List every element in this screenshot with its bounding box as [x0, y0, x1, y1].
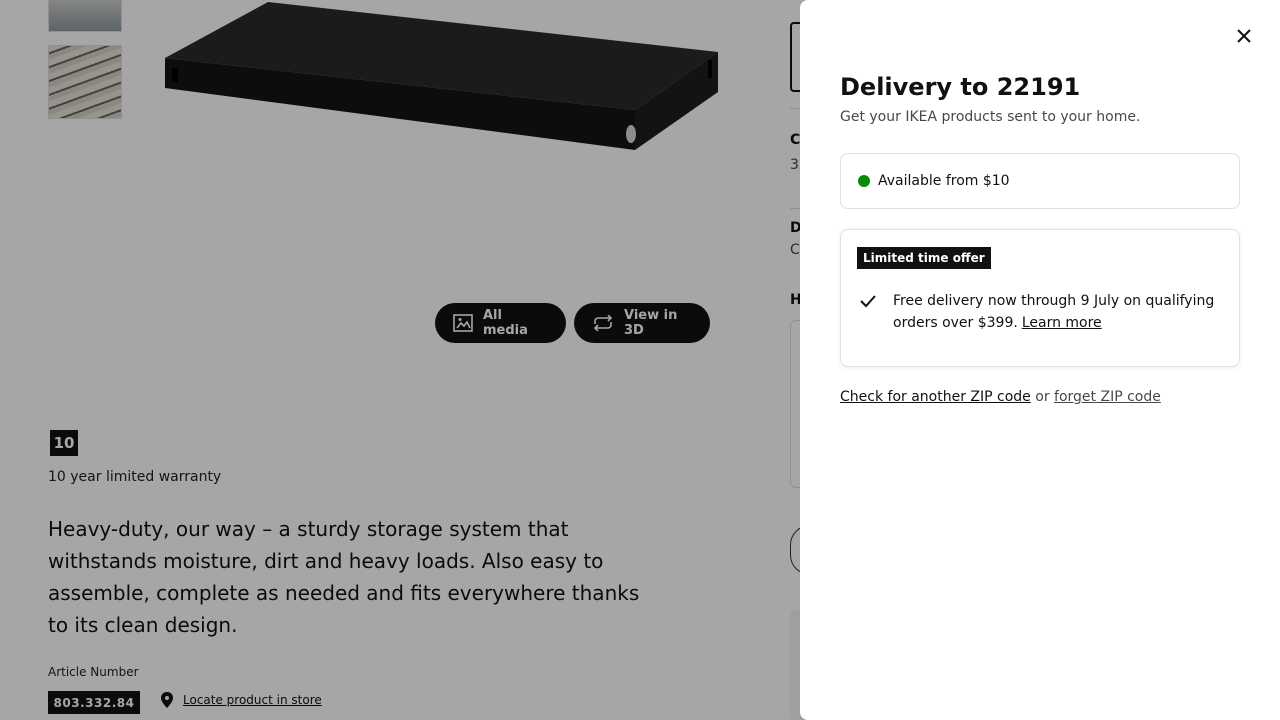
close-icon: [1237, 29, 1251, 43]
panel-title: Delivery to 22191: [840, 73, 1081, 101]
offer-row: Free delivery now through 9 July on qual…: [857, 290, 1227, 334]
forget-zip-link[interactable]: forget ZIP code: [1054, 389, 1161, 405]
availability-text: Available from $10: [878, 173, 1010, 189]
zip-actions: Check for another ZIP code or forget ZIP…: [840, 389, 1161, 405]
availability-status-dot: [858, 175, 870, 187]
offer-description: Free delivery now through 9 July on qual…: [893, 290, 1227, 334]
availability-card: Available from $10: [840, 153, 1240, 209]
learn-more-link[interactable]: Learn more: [1022, 315, 1102, 331]
checkmark-icon: [860, 295, 876, 308]
limited-offer-badge: Limited time offer: [857, 247, 991, 269]
offer-card: Limited time offer Free delivery now thr…: [840, 229, 1240, 367]
or-text: or: [1035, 389, 1050, 405]
close-button[interactable]: [1228, 20, 1260, 52]
panel-subtitle: Get your IKEA products sent to your home…: [840, 109, 1141, 125]
check-another-zip-link[interactable]: Check for another ZIP code: [840, 389, 1031, 405]
